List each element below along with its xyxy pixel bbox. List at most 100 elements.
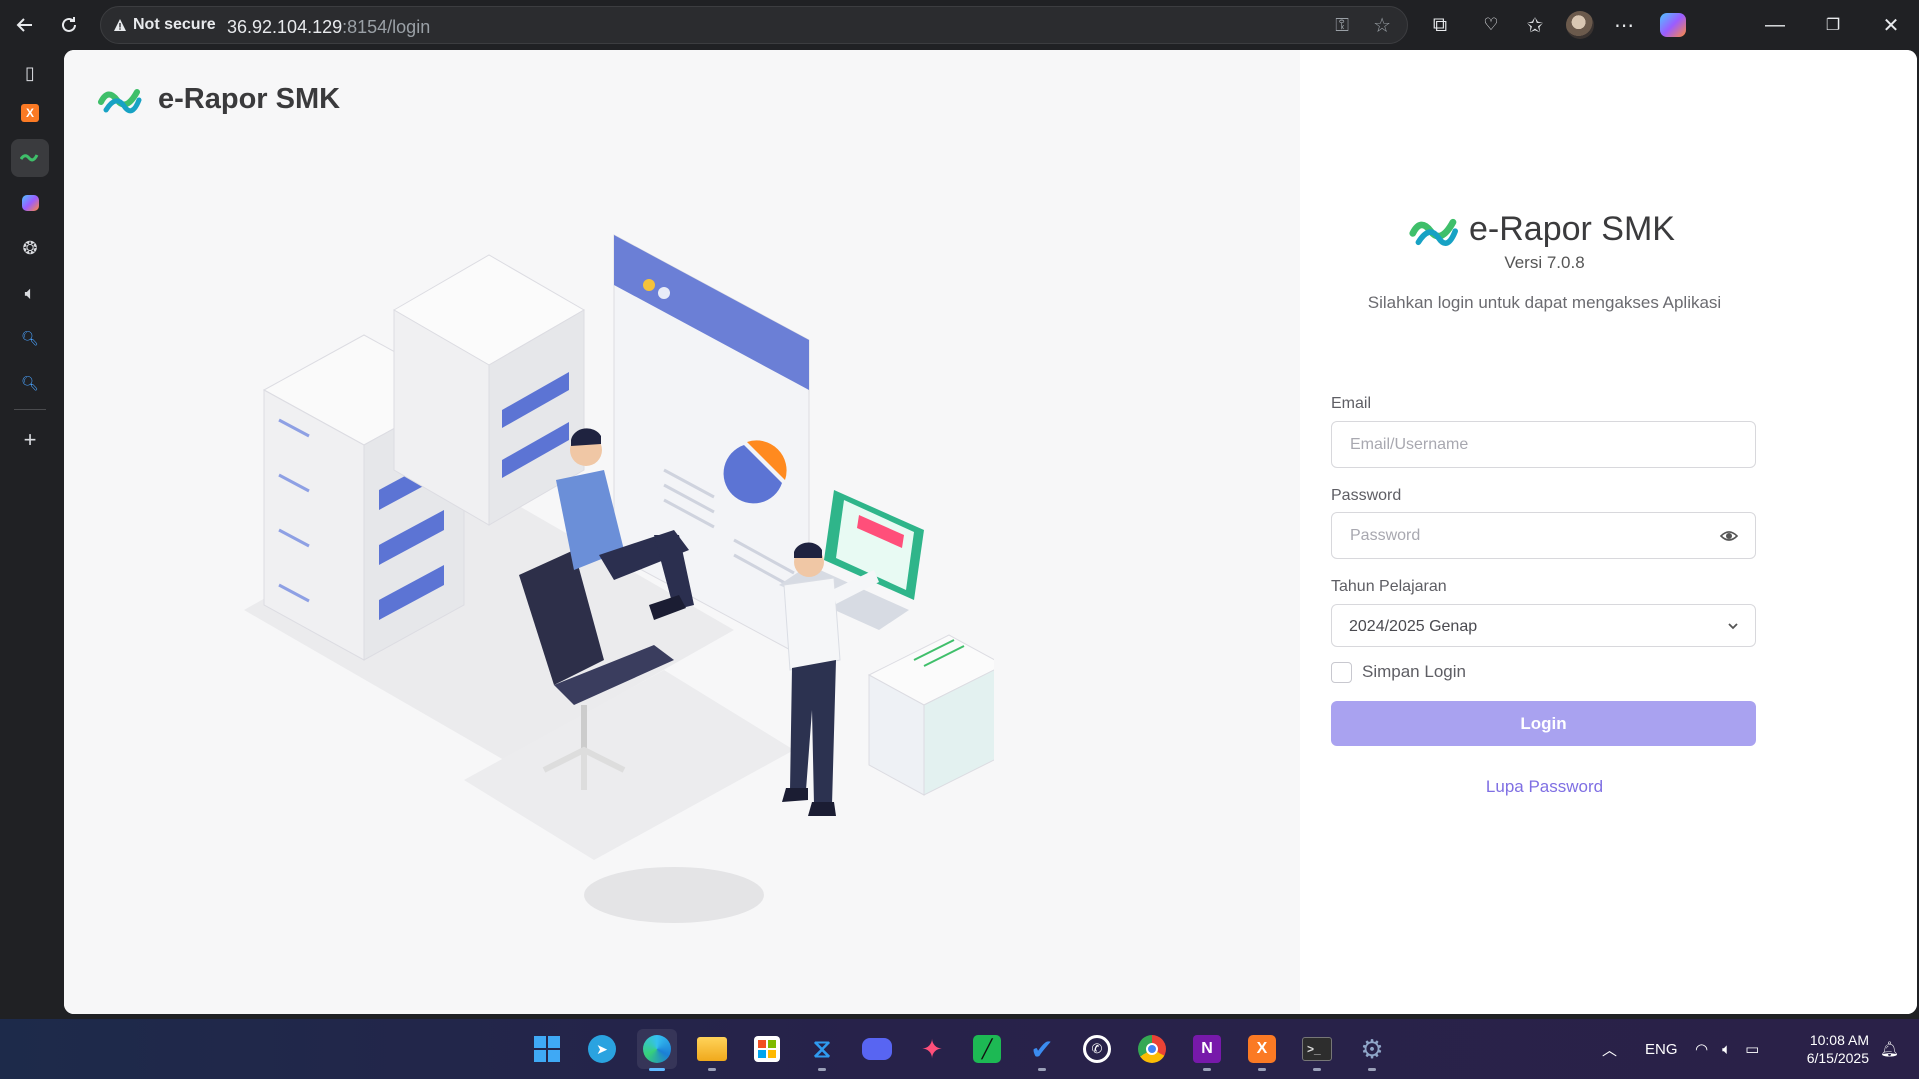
restore-button[interactable]: ❐ [1816, 8, 1850, 42]
copilot-button[interactable] [1656, 8, 1690, 42]
tab-audio[interactable]: 🔈︎ [11, 274, 49, 312]
tab-search-2[interactable]: 🔍︎ [11, 364, 49, 402]
tab-chatgpt[interactable]: ❂ [11, 229, 49, 267]
taskbar-discord[interactable] [857, 1029, 897, 1069]
password-field[interactable] [1332, 513, 1755, 558]
system-tray-status[interactable]: ◠ 🔈︎ ▭ [1695, 1019, 1759, 1079]
taskbar-vscode[interactable]: ⧖ [802, 1029, 842, 1071]
security-label: Not secure [133, 16, 216, 33]
taskbar-terminal[interactable]: >_ [1297, 1029, 1337, 1071]
url-host: 36.92.104.129 [227, 17, 343, 37]
sidebar-divider [14, 409, 46, 410]
onenote-icon: N [1193, 1035, 1221, 1063]
running-indicator [818, 1068, 826, 1071]
colorful-star-icon: ✦ [921, 1033, 943, 1064]
copilot-small-icon [21, 195, 39, 211]
remember-checkbox[interactable] [1331, 662, 1352, 683]
back-button[interactable] [8, 8, 42, 42]
login-logo: e-Rapor SMK [1409, 210, 1675, 249]
chevron-down-icon [1728, 623, 1738, 630]
language-label: ENG [1645, 1040, 1678, 1058]
taskbar-whatsapp[interactable]: ✆ [1077, 1029, 1117, 1069]
key-icon[interactable]: ⚿ [1335, 15, 1349, 36]
clock-time: 10:08 AM [1809, 1032, 1869, 1048]
taskbar-chrome[interactable] [1132, 1029, 1172, 1069]
security-indicator[interactable]: Not secure [113, 16, 216, 34]
restore-icon: ❐ [1825, 17, 1841, 34]
checkmark-icon: ✔ [1030, 1033, 1054, 1065]
refresh-button[interactable] [52, 8, 86, 42]
tab-erapor[interactable] [11, 139, 49, 177]
login-button[interactable]: Login [1331, 701, 1756, 746]
login-subtitle: Silahkan login untuk dapat mengakses Apl… [1367, 293, 1722, 312]
taskbar-onenote[interactable]: N [1187, 1029, 1227, 1071]
taskbar-colorful-app[interactable]: ✦ [912, 1029, 952, 1069]
notifications-button[interactable]: 🔔︎ [1880, 1019, 1899, 1079]
refresh-icon [62, 17, 76, 32]
xampp-icon: X [1248, 1035, 1276, 1063]
start-button[interactable] [527, 1029, 567, 1069]
new-tab-button[interactable]: + [11, 421, 49, 459]
edge-icon [643, 1035, 671, 1063]
taskbar-xampp[interactable]: X [1242, 1029, 1282, 1071]
taskbar-todo[interactable]: ✔ [1022, 1029, 1062, 1071]
plus-icon: + [23, 427, 37, 452]
running-indicator [708, 1068, 716, 1071]
email-field-wrapper [1331, 421, 1756, 468]
taskbar-edge[interactable] [637, 1029, 677, 1071]
browser-toolbar: Not secure 36.92.104.129:8154/login ⚿ ☆ … [0, 0, 1919, 49]
taskbar-settings[interactable]: ⚙ [1352, 1029, 1392, 1071]
server-illustration [244, 234, 994, 923]
running-indicator [1203, 1068, 1211, 1071]
taskbar-green-app[interactable]: ╱ [967, 1029, 1007, 1069]
forgot-password-link[interactable]: Lupa Password [1236, 777, 1853, 797]
chrome-icon [1138, 1035, 1166, 1063]
erapor-logo-icon [20, 154, 39, 162]
close-button[interactable]: ✕ [1874, 8, 1908, 42]
taskbar-store[interactable] [747, 1029, 787, 1069]
tab-actions-button[interactable]: ▯ [11, 54, 49, 92]
show-hidden-icons-button[interactable]: ︿ [1602, 1019, 1617, 1079]
url-text[interactable]: 36.92.104.129:8154/login [227, 17, 430, 38]
extensions-button[interactable]: ⧉ [1423, 8, 1457, 42]
email-label: Email [1331, 395, 1372, 412]
tab-copilot[interactable] [11, 184, 49, 222]
year-select[interactable]: 2024/2025 Genap [1331, 604, 1756, 647]
year-selected-value: 2024/2025 Genap [1349, 618, 1478, 635]
tab-search-1[interactable]: 🔍︎ [11, 319, 49, 357]
battery-icon: ▭ [1745, 1041, 1760, 1058]
speaker-icon: 🔈︎ [24, 282, 36, 303]
store-icon [754, 1036, 780, 1062]
remember-label: Simpan Login [1362, 662, 1466, 681]
illustration-pane: e-Rapor SMK [64, 50, 1300, 1014]
taskbar-telegram[interactable]: ➤ [582, 1029, 622, 1069]
running-indicator [649, 1068, 665, 1071]
favorites-button[interactable]: ✩ [1518, 8, 1552, 42]
address-bar[interactable]: Not secure 36.92.104.129:8154/login ⚿ ☆ [100, 6, 1408, 44]
email-field[interactable] [1332, 422, 1755, 467]
browser-essentials-button[interactable]: ♡ [1474, 8, 1508, 42]
minimize-button[interactable]: — [1758, 8, 1792, 42]
header-brand[interactable]: e-Rapor SMK [98, 82, 340, 116]
running-indicator [1258, 1068, 1266, 1071]
folder-icon [697, 1037, 727, 1061]
chatgpt-icon: ❂ [22, 237, 38, 258]
url-path: :8154/login [342, 17, 431, 37]
language-indicator[interactable]: ENG [1645, 1019, 1678, 1079]
eye-icon[interactable] [1719, 526, 1739, 546]
tab-actions-icon: ▯ [25, 62, 35, 83]
puzzle-icon: ⧉ [1432, 13, 1448, 36]
tab-xampp[interactable]: X [11, 94, 49, 132]
taskbar-clock[interactable]: 10:08 AM 6/15/2025 [1793, 1031, 1869, 1067]
back-arrow-icon [16, 18, 32, 32]
minimize-icon: — [1765, 13, 1785, 36]
chevron-up-icon: ︿ [1602, 1041, 1618, 1059]
star-icon[interactable]: ☆ [1373, 13, 1391, 38]
profile-button[interactable] [1563, 8, 1597, 42]
more-menu-button[interactable]: ⋯ [1607, 8, 1641, 42]
whatsapp-icon: ✆ [1083, 1035, 1111, 1063]
taskbar-file-explorer[interactable] [692, 1029, 732, 1071]
telegram-icon: ➤ [588, 1035, 616, 1063]
windows-taskbar: ➤ ⧖ ✦ ╱ ✔ ✆ N X >_ ⚙ ︿ ENG ◠ 🔈︎ ▭ 10:08 … [0, 1019, 1919, 1079]
running-indicator [1313, 1068, 1321, 1071]
